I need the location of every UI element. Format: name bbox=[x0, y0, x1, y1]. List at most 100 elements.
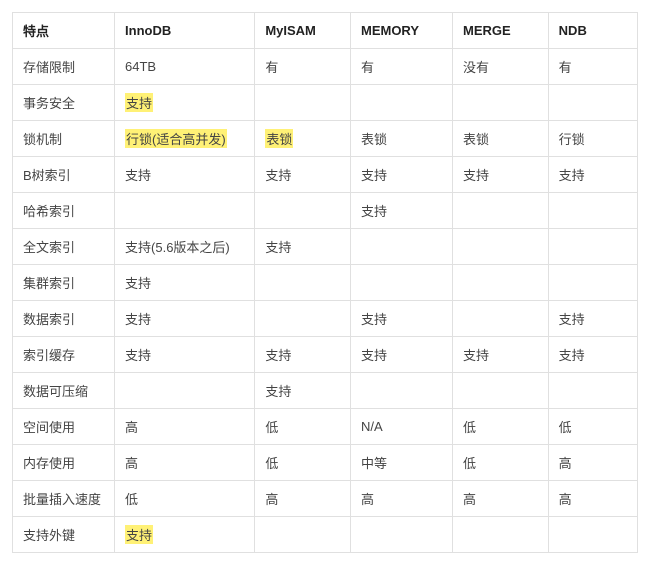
value-cell: 支持 bbox=[350, 193, 452, 229]
value-cell: 64TB bbox=[115, 49, 255, 85]
storage-engine-comparison-table: 特点 InnoDB MyISAM MEMORY MERGE NDB 存储限制64… bbox=[12, 12, 638, 553]
table-row: 支持外键支持 bbox=[13, 517, 638, 553]
value-cell bbox=[453, 517, 549, 553]
table-header-row: 特点 InnoDB MyISAM MEMORY MERGE NDB bbox=[13, 13, 638, 49]
feature-cell: 锁机制 bbox=[13, 121, 115, 157]
table-row: 集群索引支持 bbox=[13, 265, 638, 301]
value-cell: 支持 bbox=[255, 229, 351, 265]
value-cell: 低 bbox=[548, 409, 637, 445]
table-row: B树索引支持支持支持支持支持 bbox=[13, 157, 638, 193]
highlighted-text: 表锁 bbox=[265, 129, 293, 148]
value-cell: 支持 bbox=[115, 517, 255, 553]
value-cell: 高 bbox=[548, 481, 637, 517]
feature-cell: 存储限制 bbox=[13, 49, 115, 85]
table-row: 数据可压缩支持 bbox=[13, 373, 638, 409]
value-cell: 支持 bbox=[548, 301, 637, 337]
feature-cell: B树索引 bbox=[13, 157, 115, 193]
table-row: 空间使用高低N/A低低 bbox=[13, 409, 638, 445]
value-cell bbox=[255, 193, 351, 229]
value-cell: 支持 bbox=[115, 265, 255, 301]
value-cell bbox=[548, 193, 637, 229]
value-cell: 有 bbox=[350, 49, 452, 85]
table-body: 存储限制64TB有有没有有事务安全支持锁机制行锁(适合高并发)表锁表锁表锁行锁B… bbox=[13, 49, 638, 553]
value-cell: 高 bbox=[255, 481, 351, 517]
value-cell: 低 bbox=[453, 409, 549, 445]
value-cell: N/A bbox=[350, 409, 452, 445]
value-cell: 支持 bbox=[115, 85, 255, 121]
col-header: MERGE bbox=[453, 13, 549, 49]
col-header: 特点 bbox=[13, 13, 115, 49]
value-cell bbox=[453, 229, 549, 265]
col-header: InnoDB bbox=[115, 13, 255, 49]
value-cell: 没有 bbox=[453, 49, 549, 85]
value-cell: 表锁 bbox=[350, 121, 452, 157]
feature-cell: 集群索引 bbox=[13, 265, 115, 301]
value-cell: 支持 bbox=[548, 337, 637, 373]
value-cell: 低 bbox=[453, 445, 549, 481]
value-cell: 支持 bbox=[115, 337, 255, 373]
value-cell bbox=[548, 85, 637, 121]
highlighted-text: 支持 bbox=[125, 525, 153, 544]
value-cell: 支持 bbox=[350, 337, 452, 373]
value-cell bbox=[453, 301, 549, 337]
value-cell: 支持 bbox=[453, 157, 549, 193]
highlighted-text: 行锁(适合高并发) bbox=[125, 129, 227, 148]
value-cell: 表锁 bbox=[255, 121, 351, 157]
table-row: 锁机制行锁(适合高并发)表锁表锁表锁行锁 bbox=[13, 121, 638, 157]
table-row: 哈希索引 支持 bbox=[13, 193, 638, 229]
feature-cell: 批量插入速度 bbox=[13, 481, 115, 517]
value-cell: 支持 bbox=[255, 337, 351, 373]
value-cell: 高 bbox=[453, 481, 549, 517]
value-cell: 行锁(适合高并发) bbox=[115, 121, 255, 157]
col-header: MyISAM bbox=[255, 13, 351, 49]
value-cell: 支持 bbox=[350, 301, 452, 337]
value-cell bbox=[453, 85, 549, 121]
feature-cell: 事务安全 bbox=[13, 85, 115, 121]
value-cell: 低 bbox=[255, 445, 351, 481]
value-cell bbox=[350, 85, 452, 121]
value-cell: 低 bbox=[115, 481, 255, 517]
value-cell bbox=[548, 373, 637, 409]
value-cell: 高 bbox=[548, 445, 637, 481]
feature-cell: 数据索引 bbox=[13, 301, 115, 337]
feature-cell: 数据可压缩 bbox=[13, 373, 115, 409]
value-cell bbox=[350, 517, 452, 553]
value-cell: 支持 bbox=[115, 301, 255, 337]
table-row: 索引缓存支持支持支持支持支持 bbox=[13, 337, 638, 373]
feature-cell: 全文索引 bbox=[13, 229, 115, 265]
value-cell: 高 bbox=[115, 445, 255, 481]
feature-cell: 索引缓存 bbox=[13, 337, 115, 373]
value-cell: 支持 bbox=[115, 157, 255, 193]
col-header: MEMORY bbox=[350, 13, 452, 49]
feature-cell: 内存使用 bbox=[13, 445, 115, 481]
value-cell: 行锁 bbox=[548, 121, 637, 157]
value-cell: 支持(5.6版本之后) bbox=[115, 229, 255, 265]
value-cell bbox=[115, 373, 255, 409]
value-cell bbox=[255, 301, 351, 337]
value-cell bbox=[548, 265, 637, 301]
value-cell: 支持 bbox=[548, 157, 637, 193]
feature-cell: 哈希索引 bbox=[13, 193, 115, 229]
table-row: 数据索引支持支持支持 bbox=[13, 301, 638, 337]
value-cell: 高 bbox=[115, 409, 255, 445]
value-cell: 有 bbox=[548, 49, 637, 85]
value-cell: 中等 bbox=[350, 445, 452, 481]
value-cell bbox=[453, 193, 549, 229]
value-cell bbox=[453, 373, 549, 409]
table-row: 批量插入速度低高高高高 bbox=[13, 481, 638, 517]
value-cell bbox=[255, 265, 351, 301]
table-row: 存储限制64TB有有没有有 bbox=[13, 49, 638, 85]
value-cell bbox=[115, 193, 255, 229]
value-cell bbox=[350, 265, 452, 301]
value-cell: 有 bbox=[255, 49, 351, 85]
value-cell bbox=[453, 265, 549, 301]
table-row: 全文索引支持(5.6版本之后)支持 bbox=[13, 229, 638, 265]
value-cell bbox=[350, 229, 452, 265]
value-cell bbox=[350, 373, 452, 409]
feature-cell: 空间使用 bbox=[13, 409, 115, 445]
col-header: NDB bbox=[548, 13, 637, 49]
value-cell: 支持 bbox=[453, 337, 549, 373]
feature-cell: 支持外键 bbox=[13, 517, 115, 553]
value-cell: 表锁 bbox=[453, 121, 549, 157]
value-cell: 高 bbox=[350, 481, 452, 517]
